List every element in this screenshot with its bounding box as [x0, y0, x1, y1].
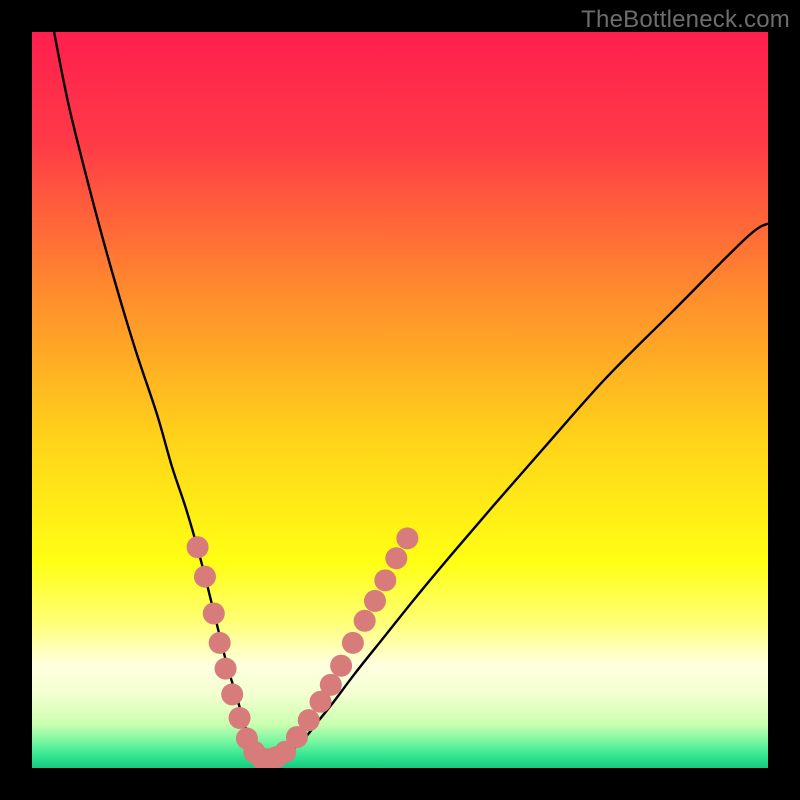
chart-plot-area [32, 32, 768, 768]
watermark-text: TheBottleneck.com [581, 6, 790, 34]
marker-dot [203, 602, 225, 624]
marker-dot [354, 610, 376, 632]
marker-dot [221, 683, 243, 705]
marker-dot [194, 566, 216, 588]
marker-dot [320, 674, 342, 696]
marker-dot [209, 632, 231, 654]
marker-dot [385, 547, 407, 569]
marker-dot [215, 658, 237, 680]
marker-dot [342, 632, 364, 654]
marker-dot [298, 709, 320, 731]
chart-frame: TheBottleneck.com [0, 0, 800, 800]
marker-dot [396, 527, 418, 549]
marker-dot [229, 707, 251, 729]
marker-dot [187, 536, 209, 558]
marker-dot [374, 569, 396, 591]
marker-dot [330, 655, 352, 677]
chart-svg [32, 32, 768, 768]
heatmap-background [32, 32, 768, 768]
marker-dot [364, 590, 386, 612]
